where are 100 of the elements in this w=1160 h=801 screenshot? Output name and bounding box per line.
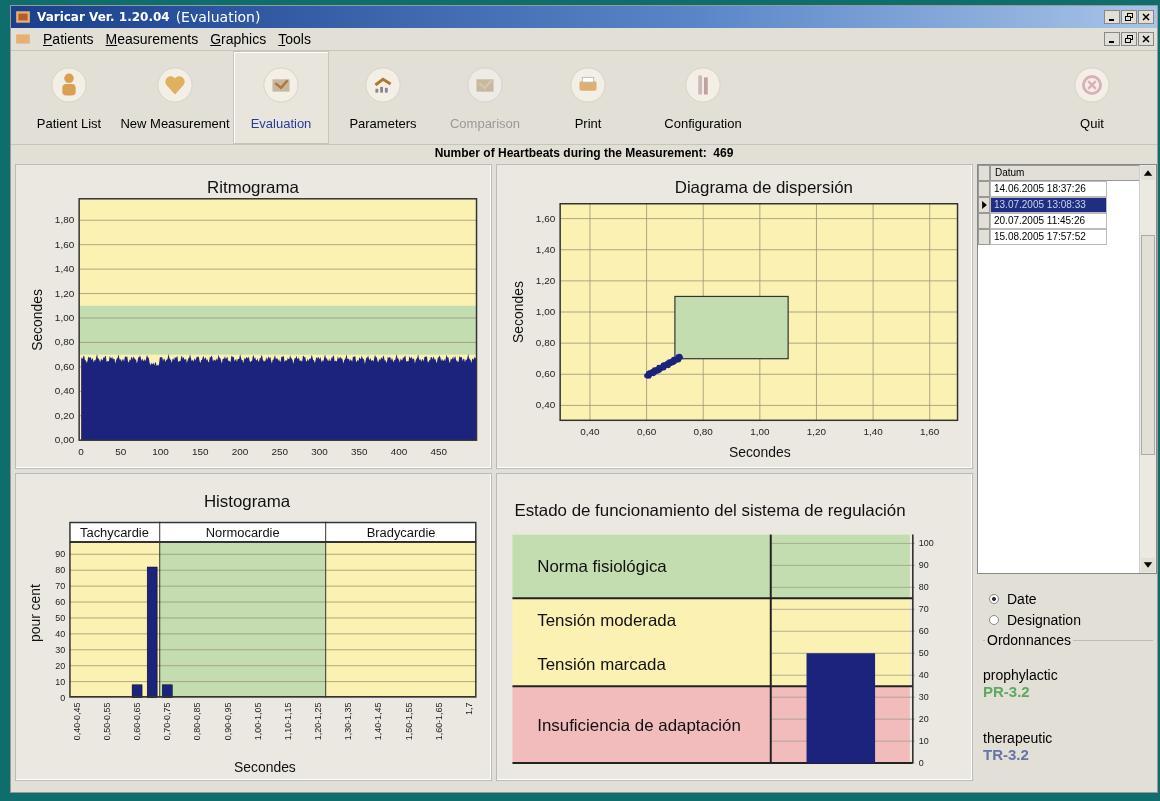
axis-label: Secondes <box>510 281 527 343</box>
axis-tick-label: 350 <box>351 446 368 458</box>
minimize-button[interactable] <box>1104 32 1120 46</box>
axis-tick-label: 0,80 <box>693 426 713 438</box>
axis-tick-label: 1,20-1,25 <box>313 702 324 741</box>
axis-tick-label: 40 <box>55 628 66 639</box>
check-icon <box>466 66 504 104</box>
axis-tick-label: 1,60 <box>54 238 75 250</box>
heartbeat-summary: Number of Heartbeats during the Measurement: 469 <box>433 145 735 162</box>
axis-label: Secondes <box>234 759 296 776</box>
person-icon <box>50 66 88 104</box>
axis-label: pour cent <box>27 584 44 643</box>
date-cell[interactable]: 15.08.2005 17:57:52 <box>990 229 1107 245</box>
radio-button[interactable] <box>989 593 999 604</box>
axis-tick-label: 0,70-0,75 <box>162 702 173 741</box>
axis-tick-label: 50 <box>115 446 127 458</box>
axis-tick-label: 450 <box>430 446 448 458</box>
axis-tick-label: 0,80 <box>54 336 75 348</box>
axis-tick-label: 50 <box>918 648 929 659</box>
date-cell[interactable]: 13.07.2005 13:08:33 <box>990 197 1107 213</box>
scatter-points <box>644 353 684 379</box>
window-subtitle: (Evaluation) <box>175 9 261 25</box>
menu-item[interactable]: Patients <box>43 31 94 47</box>
toolbar-button[interactable]: Patient List <box>21 51 117 144</box>
axis-tick-label: 1,80 <box>54 214 75 226</box>
axis-tick-label: 0,60-0,65 <box>132 702 143 741</box>
axis-tick-label: 80 <box>55 565 66 576</box>
axis-tick-label: 30 <box>55 644 66 655</box>
axis-tick-label: 0,60 <box>636 426 657 438</box>
app-icon <box>15 9 31 25</box>
axis-tick-label: 40 <box>918 670 929 681</box>
quit-button[interactable]: Quit <box>1052 51 1132 144</box>
date-cell[interactable]: 14.06.2005 18:37:26 <box>990 181 1107 197</box>
zone-label: Insuficiencia de adaptación <box>537 715 741 735</box>
scrollbar[interactable] <box>1139 165 1156 573</box>
axis-tick-label: 1,7 <box>464 702 474 715</box>
radio-option[interactable]: Designation <box>983 609 1153 630</box>
axis-tick-label: 0 <box>918 758 924 769</box>
menu-item[interactable]: Measurements <box>105 31 199 47</box>
date-cell[interactable]: 20.07.2005 11:45:26 <box>990 213 1107 229</box>
axis-tick-label: 0 <box>78 446 84 458</box>
close-button[interactable] <box>1138 10 1154 24</box>
restore-button[interactable] <box>1121 10 1137 24</box>
scroll-thumb[interactable] <box>1141 235 1155 455</box>
row-pointer-icon <box>981 201 987 209</box>
axis-tick-label: 1,60 <box>535 212 556 224</box>
close-button[interactable] <box>1138 32 1154 46</box>
axis-tick-label: 0,80 <box>535 337 556 349</box>
row-header <box>978 229 990 245</box>
prescription-code: PR-3.2 <box>983 683 1031 700</box>
axis-tick-label: 250 <box>271 446 289 458</box>
axis-tick-label: 0,40-0,45 <box>71 702 82 741</box>
prescription-code: TR-3.2 <box>983 746 1030 763</box>
restore-icon <box>1124 13 1134 21</box>
histogram-bar <box>131 684 143 698</box>
close-icon <box>1141 13 1151 21</box>
document-icon <box>15 31 31 47</box>
toolbar-button[interactable]: New Measurement <box>117 51 233 144</box>
axis-tick-label: 0,40 <box>535 399 556 411</box>
menu-item[interactable]: Graphics <box>210 31 267 47</box>
chart-title: Ritmograma <box>207 177 299 197</box>
chart-title: Histograma <box>203 491 291 511</box>
axis-tick-label: 0,80-0,85 <box>192 702 203 741</box>
axis-tick-label: 0 <box>60 692 66 703</box>
scroll-down-icon[interactable] <box>1141 558 1155 572</box>
check-icon <box>262 66 300 104</box>
axis-tick-label: 1,00 <box>535 306 556 317</box>
axis-tick-label: 0,00 <box>54 434 75 446</box>
zone-label: Normocardie <box>205 524 280 540</box>
restore-button[interactable] <box>1121 32 1137 46</box>
axis-tick-label: 400 <box>390 446 408 458</box>
axis-tick-label: 1,30-1,35 <box>343 702 354 741</box>
restore-icon <box>1124 35 1134 43</box>
axis-tick-label: 1,10-1,15 <box>282 702 293 741</box>
radio-button[interactable] <box>989 614 999 625</box>
axis-tick-label: 80 <box>918 582 929 593</box>
toolbar-button[interactable]: Configuration <box>643 51 763 144</box>
chart-title: Estado de funcionamiento del sistema de regulación <box>514 500 906 520</box>
axis-tick-label: 1,20 <box>535 274 556 286</box>
zone-label: Tensión marcada <box>537 655 666 675</box>
menu-item[interactable]: Tools <box>278 31 311 47</box>
row-header <box>978 165 990 181</box>
zone-label: Bradycardie <box>366 524 436 540</box>
toolbar-button[interactable]: Parameters <box>329 51 437 144</box>
radio-option[interactable]: Date <box>983 588 1153 609</box>
axis-tick-label: 60 <box>918 626 929 637</box>
axis-tick-label: 300 <box>311 446 328 458</box>
tools-icon <box>684 66 722 104</box>
column-header[interactable]: Datum <box>990 165 1140 181</box>
axis-tick-label: 1,50-1,55 <box>403 702 414 741</box>
minimize-button[interactable] <box>1104 10 1120 24</box>
axis-tick-label: 1,20 <box>54 287 75 299</box>
toolbar-button[interactable]: Print <box>533 51 643 144</box>
prescription-label: therapeutic <box>983 730 1054 746</box>
axis-tick-label: 20 <box>918 714 929 725</box>
scroll-up-icon[interactable] <box>1141 166 1155 180</box>
axis-tick-label: 1,40-1,45 <box>373 702 384 741</box>
toolbar-button[interactable]: Evaluation <box>233 51 329 144</box>
axis-tick-label: 1,00-1,05 <box>252 702 263 741</box>
axis-tick-label: 0,50-0,55 <box>101 702 112 741</box>
